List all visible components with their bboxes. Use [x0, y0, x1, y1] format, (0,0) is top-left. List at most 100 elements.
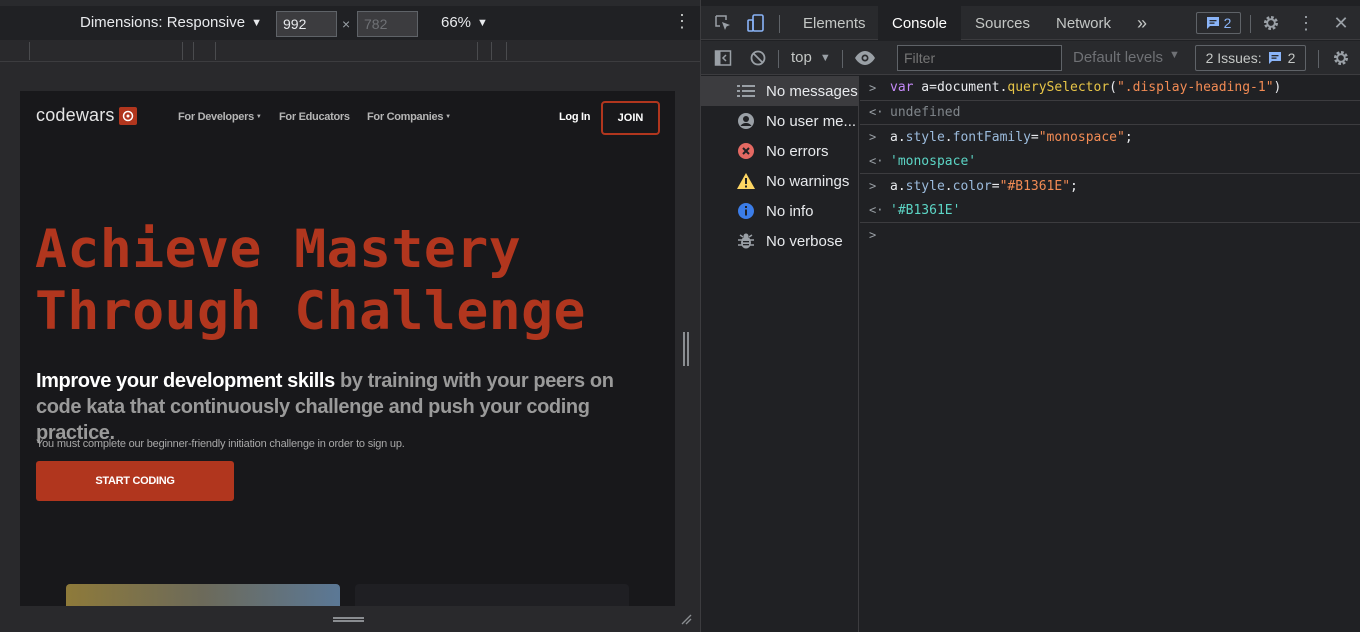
- sidebar-item-errors[interactable]: No errors: [701, 136, 858, 166]
- separator: [778, 50, 779, 68]
- code-token: a.: [890, 178, 906, 194]
- result-value: undefined: [890, 104, 961, 120]
- sidebar-item-label: No info: [766, 202, 814, 220]
- result-value: 'monospace': [890, 153, 977, 169]
- filter-input[interactable]: [897, 45, 1062, 71]
- code-token: =: [991, 178, 1000, 194]
- levels-label: Default levels: [1073, 49, 1164, 66]
- nav-for-companies[interactable]: For Companies ▼: [367, 111, 451, 123]
- inspect-element-icon[interactable]: [713, 13, 733, 33]
- console-input-row: > var a=document. querySelector(".display…: [860, 76, 1360, 101]
- code-token: =: [1030, 129, 1039, 145]
- clear-console-icon[interactable]: [748, 48, 768, 68]
- dimensions-label: Dimensions: Responsive: [80, 14, 246, 31]
- join-button[interactable]: JOIN: [601, 101, 660, 135]
- customize-devtools-icon[interactable]: ⋮: [1297, 12, 1315, 34]
- code-token: (: [1109, 80, 1117, 96]
- emulation-gutter: [0, 63, 700, 91]
- dimensions-dropdown[interactable]: Dimensions: Responsive ▼: [80, 14, 262, 31]
- close-icon[interactable]: ✕: [1331, 12, 1351, 34]
- console-settings-gear-icon[interactable]: [1331, 48, 1351, 68]
- sidebar-item-label: No verbose: [766, 232, 843, 250]
- issues-count: 2: [1287, 50, 1296, 66]
- code-token: color: [952, 178, 992, 194]
- hero-heading-line-2: Through Challenge: [35, 281, 586, 342]
- sidebar-item-info[interactable]: No info: [701, 196, 858, 226]
- login-link[interactable]: Log In: [559, 111, 591, 123]
- result-value: '#B1361E': [890, 202, 961, 218]
- code-token: var: [890, 80, 914, 96]
- issues-label: 2 Issues:: [1205, 50, 1262, 66]
- code-token: style: [905, 178, 945, 194]
- issues-counter-button[interactable]: 2: [1196, 12, 1241, 34]
- tab-network[interactable]: Network: [1042, 6, 1125, 40]
- nav-for-educators[interactable]: For Educators: [279, 111, 350, 123]
- error-icon: [731, 142, 761, 160]
- sidebar-item-messages[interactable]: No messages: [701, 76, 858, 106]
- prompt-chevron-icon: >: [869, 228, 877, 243]
- feature-card: [355, 584, 629, 606]
- media-query-ruler[interactable]: [0, 40, 700, 62]
- browser-window: Dimensions: Responsive ▼ × 66% ▼ ⋮ codew…: [0, 0, 1360, 632]
- codewars-logo[interactable]: codewars: [36, 105, 137, 126]
- return-arrow-icon: <·: [869, 105, 884, 120]
- more-options-icon[interactable]: ⋮: [673, 12, 691, 30]
- separator: [779, 15, 780, 33]
- sidebar-item-label: No errors: [766, 142, 829, 160]
- code-token: "monospace": [1038, 129, 1125, 145]
- hero-heading: Achieve Mastery Through Challenge: [35, 219, 655, 343]
- signup-note: You must complete our beginner-friendly …: [36, 438, 405, 450]
- caret-down-icon: ▼: [445, 114, 451, 121]
- sidebar-item-warnings[interactable]: No warnings: [701, 166, 858, 196]
- device-toolbar-toggle-icon[interactable]: [745, 12, 767, 34]
- width-input[interactable]: [276, 11, 337, 37]
- message-icon: [1206, 17, 1219, 29]
- issues-button[interactable]: 2 Issues: 2: [1195, 45, 1306, 71]
- nav-label: For Developers: [178, 111, 254, 123]
- caret-down-icon: ▼: [251, 16, 262, 29]
- devtools-tabbar: Elements Console Sources Network » 2 ⋮ ✕: [701, 6, 1360, 40]
- logo-text: codewars: [36, 105, 115, 125]
- nav-label: For Companies: [367, 111, 444, 123]
- console-result-row: <· undefined: [860, 101, 1360, 125]
- code-token: ;: [1124, 129, 1133, 145]
- height-input[interactable]: [357, 11, 418, 37]
- settings-gear-icon[interactable]: [1261, 13, 1281, 33]
- resize-handle-right-icon[interactable]: [683, 332, 689, 366]
- code-token: ): [1273, 80, 1282, 96]
- zoom-label: 66%: [441, 14, 472, 31]
- code-token: style: [905, 129, 945, 145]
- zoom-dropdown[interactable]: 66% ▼: [441, 14, 488, 31]
- info-icon: [731, 202, 761, 220]
- code-token: ".display-heading-1": [1116, 80, 1274, 96]
- tab-sources[interactable]: Sources: [961, 6, 1044, 40]
- console-result-row: <· '#B1361E': [860, 199, 1360, 223]
- site-nav: codewars For Developers ▼ For Educators F…: [36, 101, 660, 135]
- log-levels-dropdown[interactable]: Default levels ▼: [1073, 49, 1180, 66]
- chevron-right-icon: >: [869, 130, 877, 145]
- sidebar-item-user-messages[interactable]: No user me...: [701, 106, 858, 136]
- code-token: querySelector: [1007, 80, 1110, 96]
- emulated-page: codewars For Developers ▼ For Educators F…: [20, 91, 675, 606]
- device-emulation-pane: Dimensions: Responsive ▼ × 66% ▼ ⋮ codew…: [0, 0, 700, 632]
- live-expression-eye-icon[interactable]: [853, 48, 877, 68]
- tab-elements[interactable]: Elements: [789, 6, 880, 40]
- sidebar-item-label: No warnings: [766, 172, 850, 190]
- context-selector[interactable]: top ▼: [791, 49, 831, 66]
- nav-label: For Educators: [279, 111, 350, 123]
- nav-for-developers[interactable]: For Developers ▼: [178, 111, 262, 123]
- separator: [1318, 50, 1319, 68]
- resize-handle-bottom-icon[interactable]: [333, 617, 364, 622]
- sidebar-item-verbose[interactable]: No verbose: [701, 226, 858, 256]
- more-tabs-icon[interactable]: »: [1123, 6, 1161, 40]
- resize-corner-icon[interactable]: [680, 612, 692, 628]
- sidebar-toggle-icon[interactable]: [713, 48, 733, 68]
- code-token: ;: [1070, 178, 1078, 194]
- chevron-right-icon: >: [869, 80, 877, 95]
- hero-subtitle: Improve your development skills by train…: [36, 368, 656, 446]
- console-prompt[interactable]: >: [860, 223, 1360, 248]
- start-coding-button[interactable]: START CODING: [36, 461, 234, 501]
- tab-console[interactable]: Console: [878, 6, 961, 40]
- bug-icon: [731, 232, 761, 250]
- return-arrow-icon: <·: [869, 203, 884, 218]
